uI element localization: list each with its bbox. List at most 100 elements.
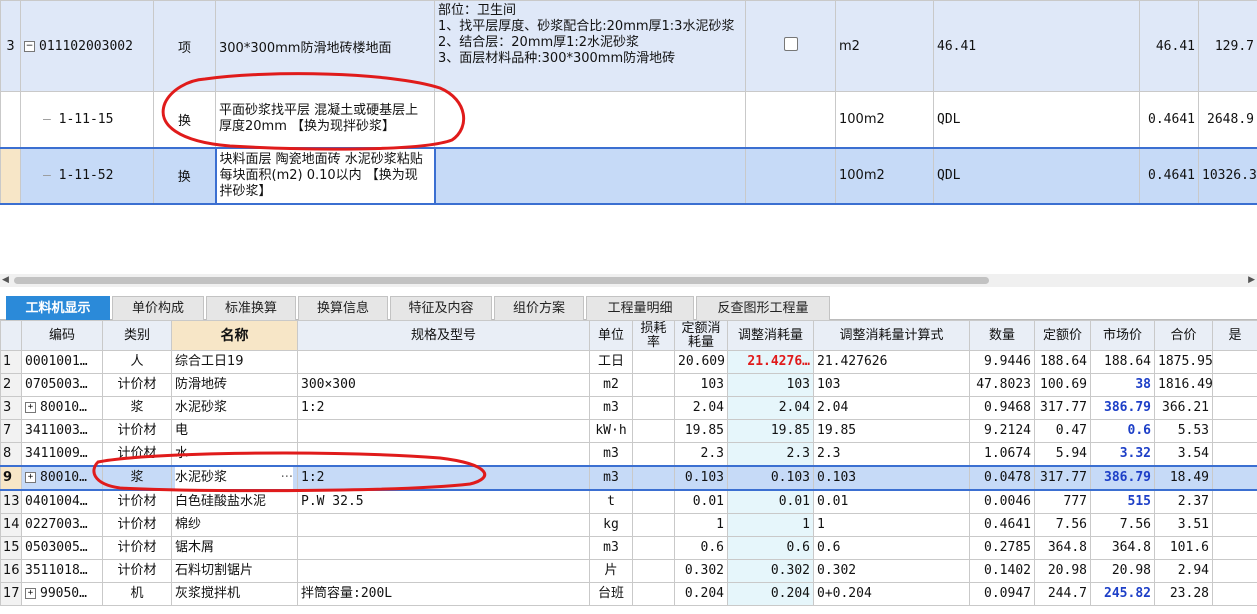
header-name[interactable]: 名称 (171, 320, 298, 351)
header-code[interactable]: 编码 (21, 320, 103, 351)
resource-adjust-formula[interactable]: 0.01 (813, 489, 970, 514)
resource-spec[interactable]: 1:2 (297, 396, 590, 420)
resource-loss-rate[interactable] (632, 582, 675, 606)
resource-adjusted-consumption[interactable]: 2.3 (727, 442, 814, 467)
bill-row-item[interactable]: 3 −011102003002 项 300*300mm防滑地砖楼地面 部位：卫生… (0, 0, 1257, 92)
tab-conversion-info[interactable]: 换算信息 (298, 296, 388, 320)
item-quantity-expression[interactable]: 46.41 (933, 0, 1140, 92)
scroll-left-icon[interactable]: ◀ (2, 275, 9, 285)
resource-loss-rate[interactable] (632, 350, 675, 374)
item-features[interactable]: 部位：卫生间 1、找平层厚度、砂浆配合比:20mm厚1:3水泥砂浆 2、结合层：… (434, 0, 746, 92)
resource-row[interactable]: 17 +99050… 机灰浆搅拌机 拌筒容量:200L 台班 0.204 0.204 0+0.… (0, 582, 1257, 606)
resource-row[interactable]: 15 0503005… 计价材 锯木屑 m3 0.6 0.6 0.6 0.2785 364.8 36… (0, 536, 1257, 560)
expand-icon[interactable]: + (25, 472, 36, 483)
header-market-price[interactable]: 市场价 (1090, 320, 1155, 351)
resource-spec[interactable] (297, 350, 590, 374)
header-adjust-formula[interactable]: 调整消耗量计算式 (813, 320, 970, 351)
resource-adjusted-consumption[interactable]: 103 (727, 373, 814, 397)
item-code-cell[interactable]: −011102003002 (20, 0, 154, 92)
resource-adjust-formula[interactable]: 2.3 (813, 442, 970, 467)
resource-row[interactable]: 16 3511018… 计价材 石料切割锯片 片 0.302 0.302 0.302 0.140… (0, 559, 1257, 583)
resource-spec[interactable] (297, 536, 590, 560)
resource-row[interactable]: 13 0401004… 计价材 白色硅酸盐水泥 P.W 32.5 t 0.01 0.01 0.0… (0, 489, 1257, 514)
resource-name[interactable]: 锯木屑 (171, 536, 298, 560)
resource-row[interactable]: 2 0705003… 计价材 防滑地砖 300×300 m2 103 103 103 47.802… (0, 373, 1257, 397)
resource-spec[interactable]: P.W 32.5 (297, 489, 590, 514)
resource-adjust-formula[interactable]: 21.427626 (813, 350, 970, 374)
resource-adjust-formula[interactable]: 2.04 (813, 396, 970, 420)
resource-market-price[interactable]: 20.98 (1090, 559, 1155, 583)
resource-row[interactable]: 1 0001001… 人 综合工日19 工日 20.609 21.4276… 21.42762… (0, 350, 1257, 374)
header-unit[interactable]: 单位 (589, 320, 633, 351)
resource-market-price[interactable]: 188.64 (1090, 350, 1155, 374)
tab-standard-conversion[interactable]: 标准换算 (206, 296, 296, 320)
resource-name[interactable]: 水泥砂浆 (171, 396, 298, 420)
resource-name[interactable]: 灰浆搅拌机 (171, 582, 298, 606)
header-loss-rate[interactable]: 损耗率 (632, 320, 675, 351)
resource-loss-rate[interactable] (632, 419, 675, 443)
item-checkbox-cell[interactable] (745, 0, 836, 92)
resource-adjusted-consumption[interactable]: 2.04 (727, 396, 814, 420)
quota-row-selected[interactable]: — 1-11-52 换 块料面层 陶瓷地面砖 水泥砂浆粘贴 每块面积(m2) 0… (0, 146, 1257, 205)
quota-quantity-expression[interactable]: QDL (933, 91, 1140, 148)
expand-icon[interactable]: + (25, 402, 36, 413)
resource-row[interactable]: 3 +80010… 浆 水泥砂浆 1:2 m3 2.04 2.04 2.04 0.9468 317.… (0, 396, 1257, 420)
quota-row[interactable]: — 1-11-15 换 平面砂浆找平层 混凝土或硬基层上 厚度20mm 【换为现… (0, 91, 1257, 148)
resource-adjusted-consumption[interactable]: 19.85 (727, 419, 814, 443)
resource-adjusted-consumption[interactable]: 1 (727, 513, 814, 537)
tab-features-content[interactable]: 特征及内容 (390, 296, 492, 320)
resource-market-price[interactable]: 386.79 (1090, 465, 1155, 491)
resource-loss-rate[interactable] (632, 536, 675, 560)
quota-quantity-expression[interactable]: QDL (933, 146, 1140, 205)
tab-unit-price-composition[interactable]: 单价构成 (112, 296, 204, 320)
tab-reverse-graphic-quantity[interactable]: 反查图形工程量 (696, 296, 830, 320)
scrollbar-thumb[interactable] (14, 277, 989, 284)
resource-spec[interactable]: 300×300 (297, 373, 590, 397)
resource-adjusted-consumption[interactable]: 0.6 (727, 536, 814, 560)
resource-row-selected[interactable]: 9 +80010… 浆 水泥砂浆 ··· 1:2 m3 0.103 0.103 0.103 0.04… (0, 465, 1257, 491)
resource-spec[interactable]: 1:2 (297, 465, 590, 491)
scroll-right-icon[interactable]: ▶ (1248, 275, 1255, 285)
expand-icon[interactable]: + (25, 588, 36, 599)
item-name[interactable]: 300*300mm防滑地砖楼地面 (215, 0, 435, 92)
resource-spec[interactable]: 拌筒容量:200L (297, 582, 590, 606)
resource-loss-rate[interactable] (632, 373, 675, 397)
resource-loss-rate[interactable] (632, 559, 675, 583)
resource-loss-rate[interactable] (632, 489, 675, 514)
resource-adjusted-consumption[interactable]: 0.302 (727, 559, 814, 583)
name-editor[interactable]: 水泥砂浆 ··· (175, 468, 293, 488)
tab-labor-material-machine[interactable]: 工料机显示 (6, 296, 110, 320)
quota-name[interactable]: 平面砂浆找平层 混凝土或硬基层上 厚度20mm 【换为现拌砂浆】 (215, 91, 435, 148)
tab-quantity-details[interactable]: 工程量明细 (586, 296, 694, 320)
resource-market-price[interactable]: 386.79 (1090, 396, 1155, 420)
quota-code[interactable]: — 1-11-15 (20, 91, 154, 148)
checkbox[interactable] (783, 37, 798, 51)
header-category[interactable]: 类别 (102, 320, 172, 351)
resource-loss-rate[interactable] (632, 465, 675, 491)
resource-loss-rate[interactable] (632, 513, 675, 537)
resource-adjust-formula[interactable]: 0.103 (813, 465, 970, 491)
header-quota-consumption[interactable]: 定额消耗量 (674, 320, 728, 351)
resource-market-price[interactable]: 0.6 (1090, 419, 1155, 443)
header-quantity[interactable]: 数量 (969, 320, 1035, 351)
more-icon[interactable]: ··· (281, 468, 293, 488)
resource-adjusted-consumption[interactable]: 0.01 (727, 489, 814, 514)
header-total[interactable]: 合价 (1154, 320, 1213, 351)
resource-row[interactable]: 7 3411003… 计价材 电 kW·h 19.85 19.85 19.85 9.2124 0.… (0, 419, 1257, 443)
resource-spec[interactable] (297, 559, 590, 583)
resource-row[interactable]: 14 0227003… 计价材 棉纱 kg 1 1 1 0.4641 7.56 7.56 3.51 (0, 513, 1257, 537)
resource-spec[interactable] (297, 419, 590, 443)
resource-spec[interactable] (297, 442, 590, 467)
header-spec[interactable]: 规格及型号 (297, 320, 590, 351)
resource-name[interactable]: 防滑地砖 (171, 373, 298, 397)
collapse-icon[interactable]: − (24, 40, 35, 52)
quota-name-editing[interactable]: 块料面层 陶瓷地面砖 水泥砂浆粘贴 每块面积(m2) 0.10以内 【换为现拌砂… (214, 146, 436, 205)
resource-adjust-formula[interactable]: 0+0.204 (813, 582, 970, 606)
resource-market-price[interactable]: 7.56 (1090, 513, 1155, 537)
resource-name[interactable]: 棉纱 (171, 513, 298, 537)
header-extra[interactable]: 是 (1212, 320, 1257, 351)
resource-name[interactable]: 综合工日19 (171, 350, 298, 374)
resource-loss-rate[interactable] (632, 396, 675, 420)
resource-name[interactable]: 白色硅酸盐水泥 (171, 489, 298, 514)
resource-name[interactable]: 水 (171, 442, 298, 467)
